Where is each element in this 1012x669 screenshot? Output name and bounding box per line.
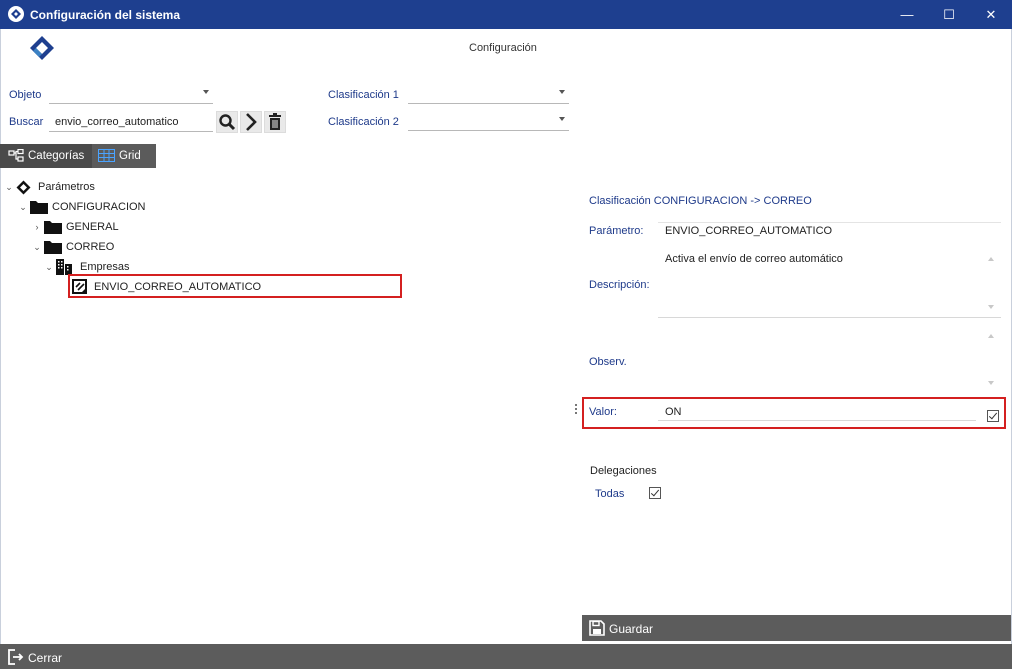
tab-grid[interactable]: Grid (92, 144, 156, 168)
trash-icon (269, 113, 281, 130)
clear-search-button[interactable] (264, 111, 286, 133)
app-logo-icon (8, 6, 24, 22)
chevron-right-icon[interactable]: › (32, 217, 42, 237)
valor-value: ON (665, 406, 682, 418)
search-icon (219, 114, 236, 131)
valor-checkbox[interactable] (987, 410, 999, 422)
scroll-up-icon[interactable] (988, 334, 994, 338)
folder-icon (44, 221, 62, 234)
parametros-logo-icon (16, 180, 31, 195)
maximize-button[interactable]: ☐ (929, 0, 969, 29)
tree-node-label: GENERAL (66, 221, 119, 233)
parametro-label: Parámetro: (589, 225, 644, 237)
chevron-down-icon[interactable]: ⌄ (32, 237, 42, 257)
splitter-handle[interactable] (575, 404, 577, 416)
page-header-label: Configuración (469, 42, 537, 54)
tree-node-general[interactable]: › GENERAL (32, 217, 232, 237)
guardar-label: Guardar (609, 622, 654, 636)
exit-icon (8, 649, 24, 665)
minimize-button[interactable]: — (887, 0, 927, 29)
valor-input[interactable]: ON (658, 401, 976, 421)
checkmark-icon (988, 410, 998, 420)
checkmark-icon (650, 487, 660, 497)
close-window-button[interactable]: ✕ (971, 0, 1011, 29)
chevron-down-icon (559, 90, 565, 94)
clasificacion1-label: Clasificación 1 (328, 89, 399, 101)
objeto-dropdown[interactable] (49, 86, 213, 104)
grid-icon (98, 149, 115, 162)
folder-icon (44, 241, 62, 254)
descripcion-value: Activa el envío de correo automático (665, 253, 843, 265)
window-title: Configuración del sistema (30, 8, 181, 22)
search-input[interactable]: envio_correo_automatico (49, 112, 213, 132)
title-bar: Configuración del sistema — ☐ ✕ (0, 0, 1012, 29)
company-logo-icon (30, 36, 54, 60)
cerrar-button[interactable]: Cerrar (0, 644, 1012, 669)
parametro-field-frame (658, 222, 1001, 241)
tree-node-parametros[interactable]: ⌄ Parámetros (4, 177, 204, 197)
next-button[interactable] (240, 111, 262, 133)
buscar-label: Buscar (9, 116, 44, 128)
tree-icon (8, 149, 24, 162)
building-icon (56, 259, 72, 275)
save-icon (589, 620, 605, 636)
chevron-down-icon (559, 117, 565, 121)
clasificacion2-dropdown[interactable] (408, 113, 569, 131)
scroll-up-icon[interactable] (988, 257, 994, 261)
chevron-down-icon[interactable]: ⌄ (4, 177, 14, 197)
chevron-down-icon (203, 90, 209, 94)
tab-categorias-label: Categorías (28, 150, 85, 162)
tree-node-correo[interactable]: ⌄ CORREO (32, 237, 232, 257)
todas-label: Todas (595, 488, 625, 500)
view-tabbar: Categorías Grid (0, 144, 156, 168)
observ-label: Observ. (589, 356, 627, 368)
scroll-down-icon[interactable] (988, 305, 994, 309)
tree-node-label: Parámetros (38, 181, 95, 193)
tab-categorias[interactable]: Categorías (2, 144, 92, 168)
delegaciones-heading: Delegaciones (590, 465, 657, 477)
cerrar-label: Cerrar (28, 651, 63, 665)
tab-grid-label: Grid (119, 150, 141, 162)
scroll-down-icon[interactable] (988, 381, 994, 385)
tree-node-configuracion[interactable]: ⌄ CONFIGURACION (18, 197, 238, 217)
selected-item-highlight (68, 274, 402, 298)
observ-textarea[interactable] (658, 325, 1001, 393)
tree-node-label: CONFIGURACION (52, 201, 146, 213)
clasificacion-path: Clasificación CONFIGURACION -> CORREO (589, 195, 812, 207)
chevron-down-icon[interactable]: ⌄ (18, 197, 28, 217)
clasificacion1-dropdown[interactable] (408, 86, 569, 104)
search-button[interactable] (216, 111, 238, 133)
guardar-button[interactable]: Guardar (582, 615, 1011, 641)
tree-node-label: CORREO (66, 241, 115, 253)
chevron-right-icon (246, 113, 257, 131)
clasificacion2-label: Clasificación 2 (328, 116, 399, 128)
chevron-down-icon[interactable]: ⌄ (44, 257, 54, 277)
todas-checkbox[interactable] (649, 487, 661, 499)
valor-label: Valor: (589, 406, 617, 418)
descripcion-label: Descripción: (589, 279, 650, 291)
descripcion-textarea[interactable]: Activa el envío de correo automático (658, 248, 1001, 318)
folder-icon (30, 201, 48, 214)
objeto-label: Objeto (9, 89, 42, 101)
